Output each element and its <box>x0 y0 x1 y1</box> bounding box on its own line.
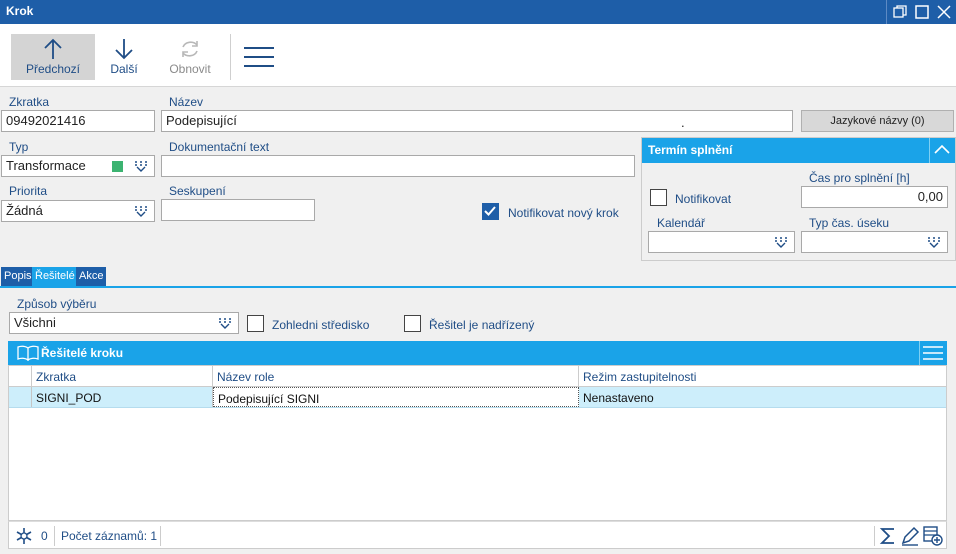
zkratka-value: 09492021416 <box>6 113 86 128</box>
add-record-icon[interactable] <box>922 525 944 547</box>
nadrizeny-checkbox[interactable] <box>404 315 421 332</box>
zohledni-checkbox[interactable] <box>247 315 264 332</box>
cas-field[interactable]: 0,00 <box>801 186 948 208</box>
toolbar: Předchozí Další Obnovit <box>0 24 956 87</box>
sum-icon[interactable] <box>879 526 897 546</box>
dok-label: Dokumentační text <box>169 140 270 154</box>
chevron-down-icon <box>135 206 147 217</box>
cas-value: 0,00 <box>917 189 943 204</box>
termin-panel: Termín splnění Čas pro splnění [h] Notif… <box>641 137 956 261</box>
filter-asterisk-icon[interactable] <box>15 527 33 545</box>
tab-resitele[interactable]: Řešitelé <box>32 267 76 287</box>
title-bar: Krok <box>0 0 956 24</box>
typ-select[interactable]: Transformace <box>1 155 155 177</box>
zkratka-field[interactable]: 09492021416 <box>1 110 155 132</box>
footer-separator <box>54 526 55 546</box>
seskupeni-label: Seskupení <box>169 184 226 198</box>
menu-icon[interactable] <box>242 44 276 70</box>
resitele-grid: Zkratka Název role Režim zastupitelnosti… <box>8 365 947 521</box>
column-header-nazev-role[interactable]: Název role <box>213 366 579 387</box>
typ-useku-select[interactable] <box>801 231 948 253</box>
zohledni-label: Zohledni středisko <box>272 318 370 332</box>
toolbar-separator <box>230 34 231 80</box>
typ-color-swatch <box>112 161 123 172</box>
typ-label: Typ <box>9 140 29 154</box>
tab-popis[interactable]: Popis <box>1 267 32 287</box>
row-indicator <box>9 387 32 407</box>
kalendar-select[interactable] <box>648 231 795 253</box>
footer-count: 0 <box>41 529 48 543</box>
collapse-button[interactable] <box>929 138 955 163</box>
window-title: Krok <box>6 4 34 18</box>
nazev-trailing: . <box>681 115 685 130</box>
cas-label: Čas pro splnění [h] <box>809 171 910 185</box>
chevron-up-icon <box>934 144 950 154</box>
restore-icon[interactable] <box>890 2 910 22</box>
nadrizeny-label: Řešitel je nadřízený <box>429 318 535 332</box>
chevron-down-icon <box>928 237 940 248</box>
grid-footer: 0 Počet záznamů: 1 <box>8 521 947 549</box>
chevron-down-icon <box>219 318 231 329</box>
zpusob-label: Způsob výběru <box>17 297 97 311</box>
chevron-down-icon <box>775 237 787 248</box>
close-icon[interactable] <box>934 2 954 22</box>
check-icon <box>484 206 496 216</box>
notify-label: Notifikovat <box>675 192 732 206</box>
tab-akce[interactable]: Akce <box>76 267 106 287</box>
grid-header: Řešitelé kroku <box>8 341 947 365</box>
priorita-label: Priorita <box>9 184 48 198</box>
arrow-down-icon <box>115 39 133 60</box>
dok-text-field[interactable] <box>161 155 635 177</box>
language-names-button[interactable]: Jazykové názvy (0) <box>801 110 954 132</box>
footer-separator <box>160 526 161 546</box>
kalendar-label: Kalendář <box>657 216 706 230</box>
grid-menu-icon[interactable] <box>922 344 944 362</box>
maximize-icon[interactable] <box>912 2 932 22</box>
edit-icon[interactable] <box>900 526 920 546</box>
footer-records: Počet záznamů: 1 <box>61 529 158 543</box>
termin-panel-title: Termín splnění <box>648 143 733 157</box>
refresh-button[interactable]: Obnovit <box>148 34 232 80</box>
cell-nazev-role: Podepisující SIGNI <box>213 387 579 407</box>
grid-header-separator <box>919 341 920 365</box>
title-separator <box>886 0 887 24</box>
book-icon <box>17 345 39 361</box>
cell-rezim: Nenastaveno <box>583 391 654 405</box>
priorita-select[interactable]: Žádná <box>1 200 155 222</box>
zpusob-value: Všichni <box>14 315 56 330</box>
termin-panel-header: Termín splnění <box>642 138 955 163</box>
tab-underline <box>0 286 956 288</box>
refresh-icon <box>182 41 198 57</box>
nazev-label: Název <box>169 95 204 109</box>
typ-value: Transformace <box>6 158 86 173</box>
nazev-value: Podepisující <box>166 113 237 128</box>
priorita-value: Žádná <box>6 203 43 218</box>
nazev-field[interactable]: Podepisující . <box>161 110 793 132</box>
seskupeni-field[interactable] <box>161 199 315 221</box>
notify-new-step-checkbox[interactable] <box>482 203 499 220</box>
chevron-down-icon <box>135 161 147 172</box>
notify-new-step-label: Notifikovat nový krok <box>508 206 619 220</box>
typ-useku-label: Typ čas. úseku <box>809 216 890 230</box>
zpusob-select[interactable]: Všichni <box>9 312 239 334</box>
arrow-up-icon <box>44 38 62 59</box>
footer-separator <box>874 526 875 546</box>
refresh-label: Obnovit <box>169 62 211 76</box>
notify-checkbox[interactable] <box>650 189 667 206</box>
column-header-zkratka[interactable]: Zkratka <box>32 366 213 387</box>
grid-title: Řešitelé kroku <box>41 346 124 360</box>
table-row[interactable]: SIGNI_POD Podepisující SIGNI Nenastaveno <box>9 387 946 408</box>
row-indicator-header <box>9 366 32 387</box>
cell-zkratka: SIGNI_POD <box>32 387 213 407</box>
column-header-rezim[interactable]: Režim zastupitelnosti <box>579 366 946 387</box>
zkratka-label: Zkratka <box>9 95 50 109</box>
